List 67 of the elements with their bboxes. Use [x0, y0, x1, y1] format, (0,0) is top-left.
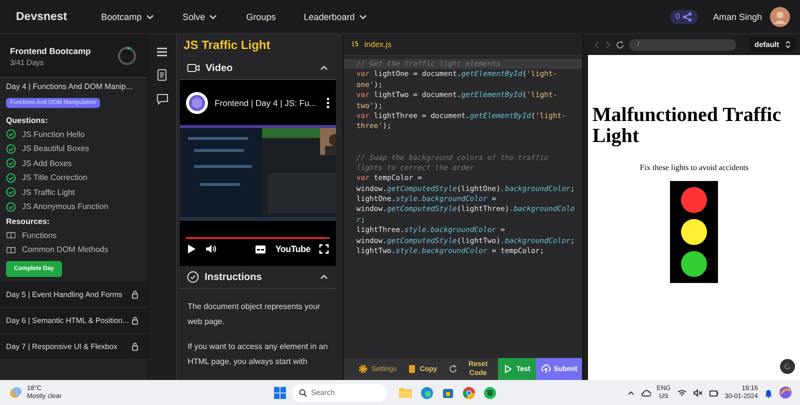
captions-icon[interactable] [255, 244, 266, 254]
menu-icon[interactable] [156, 47, 168, 57]
resources-heading: Resources: [6, 217, 51, 226]
sort-icon [785, 40, 791, 49]
refresh-button[interactable] [780, 359, 795, 374]
resource-link[interactable]: Functions [22, 230, 57, 240]
section-header[interactable]: Instructions [180, 266, 336, 289]
play-icon [503, 364, 514, 374]
mute-icon[interactable] [692, 388, 703, 396]
wifi-icon[interactable] [676, 388, 687, 396]
js-file-icon [352, 40, 360, 49]
resource-link[interactable]: Common DOM Methods [22, 245, 108, 254]
nav-menu[interactable]: Solve [182, 12, 218, 22]
cloud-icon[interactable] [640, 388, 651, 396]
check-circle-icon [186, 271, 199, 283]
file-tab[interactable]: index.js [364, 40, 392, 49]
music-app-icon[interactable] [484, 386, 496, 398]
lesson-title: JS Traffic Light [182, 37, 272, 54]
browser-icon[interactable] [421, 386, 433, 398]
upload-icon [540, 364, 551, 374]
page-heading: Malfunctioned Traffic Light [592, 105, 782, 147]
question-link[interactable]: JS Add Boxes [22, 158, 72, 168]
channel-avatar[interactable] [186, 92, 208, 114]
question-link[interactable]: JS Anonymous Function [22, 202, 108, 212]
question-link[interactable]: JS Title Correction [22, 173, 88, 182]
video-title[interactable]: Frontend | Day 4 | JS: Fu... [214, 98, 320, 108]
question-link[interactable]: JS Function Hello [22, 130, 85, 139]
user-name: Aman Singh [712, 12, 762, 22]
refresh-icon [448, 364, 458, 374]
question-link[interactable]: JS Beautiful Boxes [22, 144, 90, 154]
nav-menu[interactable]: Groups [246, 12, 276, 22]
nav-menu[interactable]: Leaderboard [304, 12, 368, 22]
video-player[interactable]: Frontend | Day 4 | JS: Fu... YouTube [180, 80, 336, 266]
share-icon [682, 12, 692, 22]
fullscreen-icon[interactable] [319, 244, 330, 254]
windows-icon[interactable] [274, 386, 286, 398]
video-icon [186, 63, 200, 73]
instruction-text: The document object represents your web page. [188, 301, 322, 328]
page-text: Fix these lights to avoid accidents [638, 163, 750, 172]
avatar[interactable] [770, 6, 790, 26]
battery-icon[interactable] [708, 388, 719, 396]
settings-icon [358, 364, 368, 374]
more-icon[interactable] [326, 96, 330, 108]
play-icon[interactable] [186, 244, 196, 254]
youtube-logo[interactable]: YouTube [275, 244, 310, 254]
instruction-text: If you want to access any element in an HTML page, you always start with [188, 341, 328, 368]
chat-icon[interactable] [156, 93, 169, 105]
share-badge[interactable]: 0 [670, 10, 698, 24]
question-link[interactable]: JS Traffic Light [22, 188, 75, 197]
nav-menu[interactable]: Bootcamp [101, 12, 155, 22]
copilot-icon[interactable] [779, 386, 792, 399]
course-title: Frontend Bootcamp [10, 46, 91, 56]
volume-icon[interactable] [204, 244, 217, 254]
questions-heading: Questions: [6, 116, 49, 125]
search-icon [299, 388, 307, 396]
copy-icon [406, 364, 417, 374]
notes-icon[interactable] [157, 69, 168, 81]
chevron-up-icon[interactable] [626, 388, 635, 396]
brand-logo: Devsnest [16, 10, 68, 22]
book-icon [6, 244, 16, 255]
book-icon [6, 230, 16, 240]
progress-ring [116, 46, 137, 66]
chrome-icon[interactable] [463, 386, 475, 398]
bell-icon[interactable] [764, 388, 773, 398]
weather-icon [8, 386, 22, 400]
refresh-icon[interactable] [616, 40, 624, 48]
store-icon[interactable] [442, 386, 454, 398]
